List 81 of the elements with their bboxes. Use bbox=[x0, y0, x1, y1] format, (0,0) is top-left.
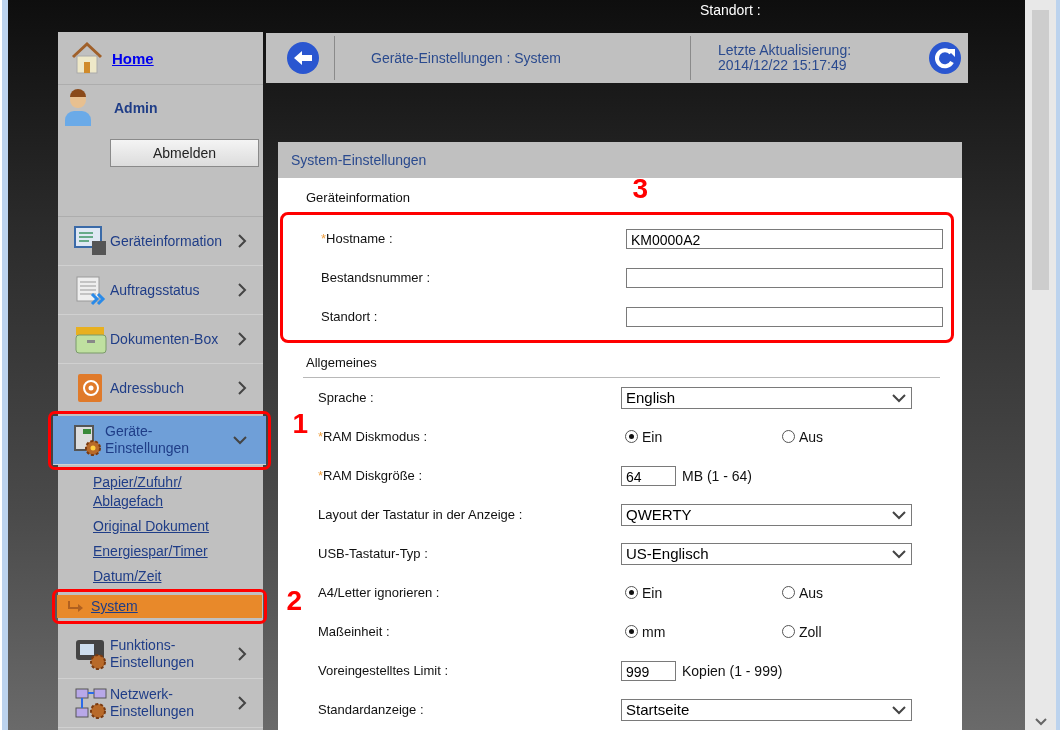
house-icon bbox=[70, 41, 104, 75]
chevron-right-icon bbox=[237, 282, 247, 298]
panel-gear-icon bbox=[74, 638, 108, 670]
document-stack-icon bbox=[74, 274, 108, 306]
callout-number: 2 bbox=[286, 585, 302, 617]
last-update-label: Letzte Aktualisierung: bbox=[718, 43, 853, 58]
chevron-right-icon bbox=[237, 380, 247, 396]
number-field[interactable]: 64 bbox=[621, 465, 676, 486]
radio-button[interactable] bbox=[625, 586, 638, 599]
network-gear-icon bbox=[74, 687, 108, 719]
home-link[interactable]: Home bbox=[112, 49, 154, 67]
section-title: Allgemeines bbox=[305, 354, 377, 372]
chevron-down-icon bbox=[891, 704, 907, 715]
callout-number: 1 bbox=[292, 408, 308, 440]
radio-label: Ein bbox=[642, 428, 663, 445]
refresh-icon[interactable] bbox=[928, 41, 962, 75]
field-label: Sprache : bbox=[317, 390, 375, 405]
nav-item[interactable]: Netzwerk-Einstellungen bbox=[58, 679, 263, 728]
chevron-down-icon bbox=[232, 435, 248, 445]
chevron-right-icon bbox=[237, 695, 247, 711]
scrollbar-thumb[interactable] bbox=[1032, 10, 1049, 290]
user-icon bbox=[64, 89, 92, 127]
submenu-link[interactable]: Papier/Zufuhr/ Ablagefach bbox=[58, 471, 263, 513]
nav-item[interactable]: Auftragsstatus bbox=[58, 266, 263, 315]
breadcrumb: Geräte-Einstellungen : System bbox=[370, 50, 562, 66]
text-field[interactable]: KM0000A2 bbox=[626, 228, 943, 249]
chevron-down-icon bbox=[891, 509, 907, 520]
device-info-icon bbox=[74, 225, 108, 257]
dropdown[interactable]: US-Englisch bbox=[621, 542, 912, 565]
unit-label: Kopien (1 - 999) bbox=[682, 662, 783, 679]
dropdown[interactable]: English bbox=[621, 386, 912, 409]
field-label: Standort : bbox=[320, 309, 379, 324]
radio-button[interactable] bbox=[625, 625, 638, 638]
field-label: Layout der Tastatur in der Anzeige : bbox=[317, 507, 524, 522]
text-field[interactable] bbox=[626, 306, 943, 327]
nav-item[interactable]: Dokumenten-Box bbox=[58, 315, 263, 364]
unit-label: MB (1 - 64) bbox=[682, 467, 752, 484]
submenu-link[interactable]: Datum/Zeit bbox=[58, 565, 263, 588]
radio-button[interactable] bbox=[782, 586, 795, 599]
nav-item[interactable]: Funktions-Einstellungen bbox=[58, 630, 263, 679]
chevron-right-icon bbox=[237, 331, 247, 347]
radio-label: Aus bbox=[799, 584, 824, 601]
field-label: A4/Letter ignorieren : bbox=[317, 585, 441, 600]
chevron-down-icon bbox=[891, 548, 907, 559]
radio-label: Aus bbox=[799, 428, 824, 445]
chevron-right-icon bbox=[237, 233, 247, 249]
nav-item[interactable]: Geräteinformation bbox=[58, 217, 263, 266]
dropdown[interactable]: Startseite bbox=[621, 698, 912, 721]
radio-label: Zoll bbox=[799, 623, 822, 640]
radio-button[interactable] bbox=[782, 625, 795, 638]
field-label: USB-Tastatur-Typ : bbox=[317, 546, 429, 561]
back-icon[interactable] bbox=[286, 41, 320, 75]
radio-label: mm bbox=[642, 623, 666, 640]
radio-button[interactable] bbox=[782, 430, 795, 443]
arrow-icon bbox=[67, 600, 85, 613]
field-label: Maßeinheit : bbox=[317, 624, 391, 639]
user-name: Admin bbox=[114, 100, 158, 116]
field-label: *RAM Diskmodus : bbox=[317, 429, 429, 444]
submenu-link[interactable]: System bbox=[57, 595, 262, 618]
field-label: Bestandsnummer : bbox=[320, 270, 432, 285]
field-label: *RAM Diskgröße : bbox=[317, 468, 424, 483]
number-field[interactable]: 999 bbox=[621, 660, 676, 681]
logout-button[interactable]: Abmelden bbox=[110, 139, 259, 167]
field-label: Voreingestelltes Limit : bbox=[317, 663, 450, 678]
nav-item[interactable]: Adressbuch bbox=[58, 364, 263, 413]
scroll-down-icon[interactable] bbox=[1034, 718, 1047, 726]
section-title: Geräteinformation bbox=[305, 189, 411, 207]
nav-item[interactable]: Geräte-Einstellungen bbox=[53, 416, 266, 465]
last-update-time: 2014/12/22 15:17:49 bbox=[718, 58, 847, 73]
dropdown[interactable]: QWERTY bbox=[621, 503, 912, 526]
chevron-down-icon bbox=[891, 392, 907, 403]
text-field[interactable] bbox=[626, 267, 943, 288]
location-label: Standort : bbox=[700, 2, 761, 18]
field-label: Standardanzeige : bbox=[317, 702, 425, 717]
submenu-link[interactable]: Original Dokument bbox=[58, 515, 263, 538]
panel-title: System-Einstellungen bbox=[278, 142, 962, 178]
field-label: *Hostname : bbox=[320, 231, 394, 246]
chevron-right-icon bbox=[237, 646, 247, 662]
radio-button[interactable] bbox=[625, 430, 638, 443]
radio-label: Ein bbox=[642, 584, 663, 601]
submenu-link[interactable]: Energiespar/Timer bbox=[58, 540, 263, 563]
